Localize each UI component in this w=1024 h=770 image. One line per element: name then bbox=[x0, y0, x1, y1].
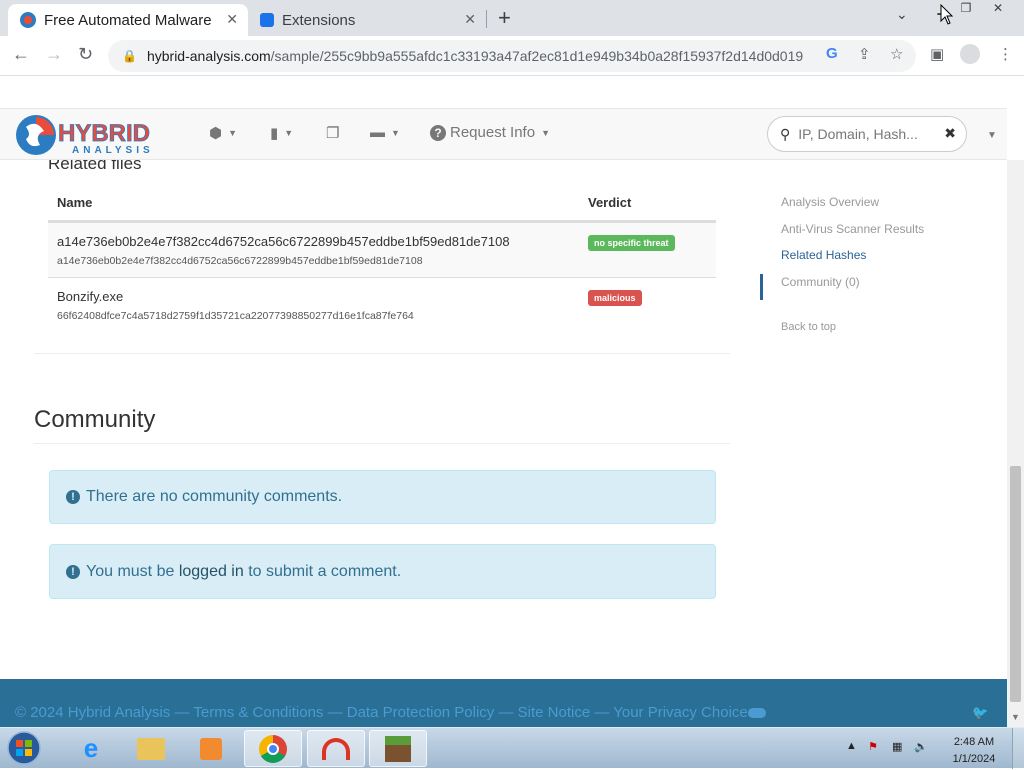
login-prefix-text: You must be bbox=[86, 562, 179, 580]
url-host: hybrid-analysis.com bbox=[146, 48, 271, 64]
volume-speaker-icon[interactable]: 🔈 bbox=[914, 740, 928, 753]
tab-title: Extensions bbox=[282, 11, 356, 29]
column-name-header: Name bbox=[57, 195, 93, 210]
clock-time: 2:48 AM bbox=[953, 736, 995, 748]
site-navbar: HYBRID ANALYSIS ⬢ ▼ ▮ ▼ ❐ ▬ ▼ ? Request Inf… bbox=[0, 108, 1007, 160]
new-tab-plus-icon[interactable]: + bbox=[498, 5, 511, 31]
bookmark-star-icon[interactable]: ☆ bbox=[890, 45, 903, 63]
restore-window-icon[interactable]: ❐ bbox=[954, 1, 978, 17]
exclamation-circle-icon: ! bbox=[66, 490, 80, 504]
tab-title: Free Automated Malware Analysis Service bbox=[44, 11, 214, 29]
back-arrow-icon[interactable]: ← bbox=[12, 44, 30, 65]
login-required-alert: ! You must be logged in to submit a comm… bbox=[49, 544, 716, 599]
column-verdict-header: Verdict bbox=[588, 195, 632, 210]
file-upload-menu-icon[interactable]: ▮ ▼ bbox=[270, 124, 293, 142]
logo-wordmark: HYBRID bbox=[58, 120, 150, 147]
sandbox-menu-cube-icon[interactable]: ⬢ ▼ bbox=[209, 124, 237, 142]
related-files-title: Related files bbox=[48, 160, 142, 173]
side-panel-icon[interactable]: ▣ bbox=[930, 45, 944, 63]
hybrid-analysis-favicon-icon bbox=[20, 12, 36, 28]
table-row: Bonzify.exe 66f62408dfce7c4a5718d2759f1d… bbox=[48, 277, 716, 332]
clock-date: 1/1/2024 bbox=[952, 753, 996, 765]
chrome-taskbar-icon[interactable] bbox=[244, 730, 302, 767]
file-hash: a14e736eb0b2e4e7f382cc4d6752ca56c6722899… bbox=[57, 255, 423, 267]
puzzle-piece-icon bbox=[260, 13, 274, 27]
show-desktop-button[interactable] bbox=[1012, 728, 1024, 769]
question-circle-icon: ? bbox=[430, 124, 446, 141]
chrome-menu-kebab-icon[interactable]: ⋮ bbox=[998, 45, 1013, 63]
browser-tab-strip: Free Automated Malware Analysis Service … bbox=[0, 0, 1024, 36]
back-to-top-link[interactable]: Back to top bbox=[781, 321, 836, 333]
app-red-arc-icon[interactable] bbox=[307, 730, 365, 767]
reload-icon[interactable]: ↻ bbox=[78, 44, 93, 65]
verdict-badge: no specific threat bbox=[588, 235, 675, 251]
search-placeholder: IP, Domain, Hash... bbox=[798, 126, 918, 142]
related-files-table-header: Name Verdict bbox=[48, 194, 716, 222]
copy-files-icon[interactable]: ❐ bbox=[326, 124, 339, 142]
windows-taskbar: e ▲ ⚑ ▦ 🔈 2:48 AM 1/1/2024 bbox=[0, 727, 1024, 769]
internet-explorer-icon[interactable]: e bbox=[62, 730, 120, 767]
lock-icon: 🔒 bbox=[122, 49, 137, 63]
mouse-pointer-icon bbox=[940, 4, 954, 25]
verdict-badge: malicious bbox=[588, 290, 642, 306]
search-icon: ⚲ bbox=[780, 125, 791, 142]
active-nav-indicator bbox=[760, 274, 763, 300]
twitter-icon[interactable]: 🐦 bbox=[972, 705, 988, 721]
file-name: Bonzify.exe bbox=[57, 289, 124, 304]
section-divider bbox=[34, 353, 730, 354]
page-scrollbar[interactable]: ▼ bbox=[1007, 160, 1024, 727]
chevron-down-icon: ▼ bbox=[541, 127, 550, 138]
share-icon[interactable]: ⇪ bbox=[858, 45, 871, 63]
logo-subtitle: ANALYSIS bbox=[72, 145, 154, 156]
show-hidden-icons-chevron-icon[interactable]: ▲ bbox=[846, 740, 857, 752]
tab-separator bbox=[486, 10, 487, 28]
request-info-label: Request Info bbox=[450, 124, 536, 141]
user-menu-chevron-icon[interactable]: ▼ bbox=[987, 130, 997, 141]
file-name: a14e736eb0b2e4e7f382cc4d6752ca56c6722899… bbox=[57, 234, 510, 249]
nav-community[interactable]: Community (0) bbox=[781, 275, 860, 289]
browser-toolbar: ← → ↻ 🔒 hybrid-analysis.com/sample/255c9… bbox=[0, 36, 1024, 76]
tab-hybrid-analysis[interactable]: Free Automated Malware Analysis Service … bbox=[8, 4, 248, 36]
close-tab-icon[interactable]: ✕ bbox=[226, 11, 238, 28]
community-title: Community bbox=[34, 406, 156, 433]
scroll-down-arrow-icon[interactable]: ▼ bbox=[1011, 712, 1020, 722]
url-path: /sample/255c9bb9a555afdc1c33193a47af2ec8… bbox=[270, 48, 804, 64]
close-tab-icon[interactable]: ✕ bbox=[464, 11, 476, 28]
search-input[interactable]: ⚲ IP, Domain, Hash... ✖ bbox=[767, 116, 967, 152]
privacy-choices-toggle-icon[interactable] bbox=[748, 708, 766, 718]
no-comments-text: There are no community comments. bbox=[86, 488, 343, 505]
nav-antivirus-results[interactable]: Anti-Virus Scanner Results bbox=[781, 222, 924, 236]
tab-search-chevron-icon[interactable]: ⌄ bbox=[896, 6, 908, 23]
folder-menu-icon[interactable]: ▬ ▼ bbox=[370, 124, 400, 141]
windows-start-button-icon[interactable] bbox=[4, 731, 44, 765]
login-suffix-text: to submit a comment. bbox=[243, 562, 402, 580]
request-info-menu[interactable]: ? Request Info ▼ bbox=[430, 124, 550, 141]
table-row: a14e736eb0b2e4e7f382cc4d6752ca56c6722899… bbox=[48, 222, 716, 277]
clear-search-icon[interactable]: ✖ bbox=[944, 125, 956, 142]
exclamation-circle-icon: ! bbox=[66, 564, 80, 579]
profile-avatar-icon[interactable] bbox=[960, 44, 980, 64]
address-bar[interactable]: 🔒 hybrid-analysis.com/sample/255c9bb9a55… bbox=[108, 40, 916, 72]
file-hash: 66f62408dfce7c4a5718d2759f1d35721ca22077… bbox=[57, 310, 414, 322]
forward-arrow-icon[interactable]: → bbox=[45, 44, 63, 65]
section-divider bbox=[34, 443, 730, 444]
footer-links[interactable]: © 2024 Hybrid Analysis — Terms & Conditi… bbox=[15, 704, 755, 721]
hybrid-analysis-logo[interactable]: HYBRID ANALYSIS bbox=[14, 113, 182, 157]
logged-in-link[interactable]: logged in bbox=[179, 563, 244, 581]
minecraft-block-icon[interactable] bbox=[369, 730, 427, 767]
nav-related-hashes[interactable]: Related Hashes bbox=[781, 248, 866, 262]
scrollbar-thumb[interactable] bbox=[1010, 466, 1021, 702]
system-clock[interactable]: 2:48 AM 1/1/2024 bbox=[944, 734, 1004, 768]
close-window-icon[interactable]: ✕ bbox=[986, 1, 1010, 17]
site-footer: © 2024 Hybrid Analysis — Terms & Conditi… bbox=[0, 679, 1007, 727]
no-comments-alert: ! There are no community comments. bbox=[49, 470, 716, 524]
media-player-icon[interactable] bbox=[182, 730, 240, 767]
tab-extensions[interactable]: Extensions ✕ bbox=[250, 4, 486, 36]
google-g-icon[interactable]: G bbox=[826, 45, 838, 62]
file-explorer-icon[interactable] bbox=[122, 730, 180, 767]
nav-analysis-overview[interactable]: Analysis Overview bbox=[781, 195, 879, 209]
page-content: Related files Name Verdict a14e736eb0b2e… bbox=[0, 160, 1007, 679]
network-icon[interactable]: ▦ bbox=[892, 740, 902, 753]
action-center-flag-icon[interactable]: ⚑ bbox=[868, 740, 878, 753]
